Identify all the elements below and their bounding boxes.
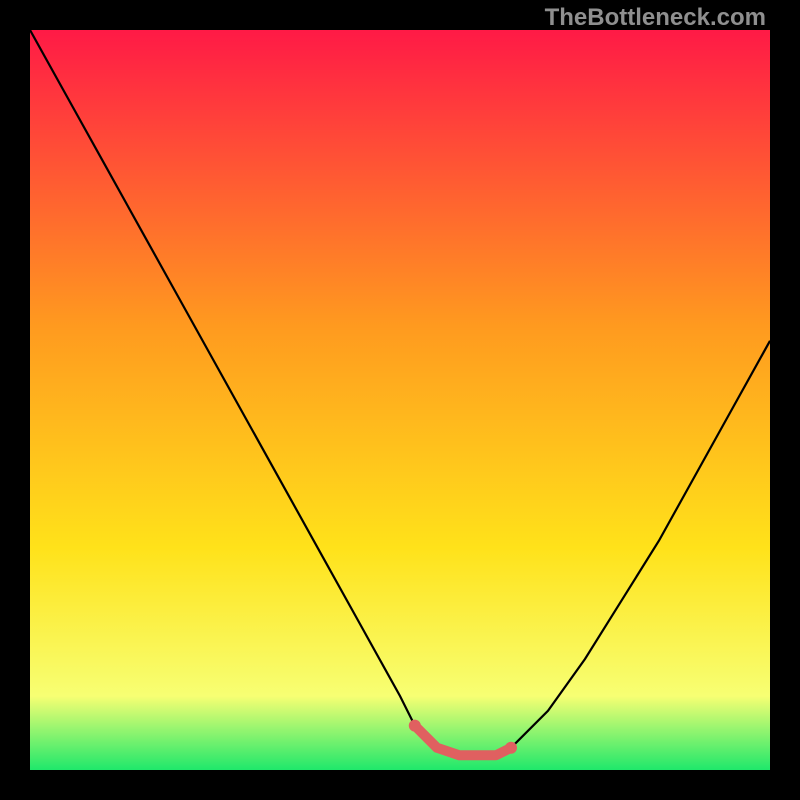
trough-start-dot <box>409 720 421 732</box>
gradient-background <box>30 30 770 770</box>
watermark-text: TheBottleneck.com <box>545 4 766 32</box>
trough-end-dot <box>505 742 517 754</box>
chart-frame <box>30 30 770 770</box>
bottleneck-plot <box>30 30 770 770</box>
